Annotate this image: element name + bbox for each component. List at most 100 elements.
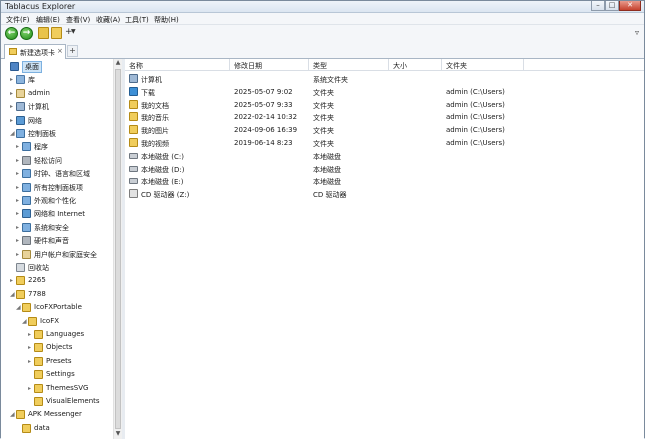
expand-toggle-icon[interactable]: ◢ <box>10 130 15 137</box>
expand-toggle-icon[interactable]: ▸ <box>16 197 19 204</box>
cp-icon <box>22 142 31 152</box>
expand-toggle-icon[interactable]: ▸ <box>28 358 31 365</box>
expand-toggle-icon[interactable]: ▸ <box>28 331 31 338</box>
file-type: 本地磁盘 <box>313 152 341 161</box>
maximize-button[interactable]: □ <box>605 1 619 11</box>
cp-icon <box>22 196 31 205</box>
column-type[interactable]: 类型 <box>313 61 327 71</box>
tree-item-label: 桌面 <box>22 61 42 73</box>
folder-icon <box>129 112 138 122</box>
menu-tools[interactable]: 工具(T) <box>125 15 149 25</box>
tree-scrollbar[interactable]: ▲ ▼ <box>113 59 122 439</box>
expand-toggle-icon[interactable]: ▸ <box>16 170 19 177</box>
column-divider[interactable] <box>388 59 389 71</box>
forward-arrow-icon[interactable]: → <box>20 27 33 40</box>
expand-toggle-icon[interactable]: ▸ <box>10 117 13 124</box>
column-divider[interactable] <box>229 59 230 71</box>
column-folder[interactable]: 文件夹 <box>446 61 467 71</box>
expand-toggle-icon[interactable]: ▸ <box>10 277 13 284</box>
expand-toggle-icon[interactable]: ▸ <box>28 344 31 351</box>
expand-toggle-icon[interactable]: ◢ <box>22 318 27 325</box>
drive-icon <box>129 178 138 185</box>
file-folder: admin (C:\Users) <box>446 139 505 147</box>
file-type: 本地磁盘 <box>313 178 341 187</box>
tree-item-label: Languages <box>46 330 85 338</box>
folder-icon[interactable] <box>51 27 62 39</box>
column-modified[interactable]: 修改日期 <box>234 61 262 71</box>
file-type: CD 驱动器 <box>313 191 347 200</box>
lib-icon <box>16 75 25 85</box>
expand-toggle-icon[interactable]: ▸ <box>16 237 19 244</box>
tree-item-label: 网络和 Internet <box>34 210 86 219</box>
expand-toggle-icon[interactable]: ◢ <box>16 304 21 311</box>
tab-new[interactable]: 新建选项卡 × <box>4 44 66 59</box>
menu-view[interactable]: 查看(V) <box>66 15 90 25</box>
minimize-button[interactable]: – <box>591 1 605 11</box>
list-row[interactable]: 我的文档 2025-05-07 9:33 文件夹 admin (C:\Users) <box>125 99 644 111</box>
pc-icon <box>129 74 138 83</box>
column-name[interactable]: 名称 <box>129 61 143 71</box>
expand-toggle-icon[interactable]: ▸ <box>10 90 13 97</box>
tree-item-label: 2265 <box>28 276 46 285</box>
tab-bar: 新建选项卡 × + <box>1 42 644 59</box>
column-divider[interactable] <box>441 59 442 71</box>
tab-close-icon[interactable]: × <box>57 47 63 55</box>
expand-toggle-icon[interactable]: ▸ <box>16 157 19 164</box>
column-size[interactable]: 大小 <box>393 61 407 71</box>
scroll-up-icon[interactable]: ▲ <box>114 59 122 67</box>
expand-toggle-icon[interactable]: ▸ <box>16 224 19 231</box>
tree-item-label: Objects <box>46 343 73 352</box>
list-row[interactable]: 我的视频 2019-06-14 8:23 文件夹 admin (C:\Users) <box>125 137 644 149</box>
tree-item-label: 控制面板 <box>28 130 56 138</box>
net-icon <box>16 115 25 125</box>
drive-icon <box>129 165 138 172</box>
column-divider[interactable] <box>523 59 524 71</box>
filter-icon[interactable]: ▿ <box>635 28 642 37</box>
list-row[interactable]: 计算机 系统文件夹 <box>125 73 644 85</box>
list-row[interactable]: CD 驱动器 (Z:) CD 驱动器 <box>125 188 644 200</box>
address-bar[interactable] <box>79 28 629 39</box>
expand-toggle-icon[interactable]: ▸ <box>28 385 31 392</box>
close-button[interactable]: ✕ <box>619 1 641 11</box>
scroll-down-icon[interactable]: ▼ <box>114 430 122 438</box>
file-modified: 2022-02-14 10:32 <box>234 113 298 122</box>
tab-label: 新建选项卡 <box>20 49 55 57</box>
file-modified: 2019-06-14 8:23 <box>234 139 293 147</box>
tree-item-label: 所有控制面板项 <box>34 183 83 192</box>
folder-icon <box>34 383 43 393</box>
expand-toggle-icon[interactable]: ◢ <box>10 291 15 298</box>
back-arrow-icon[interactable]: ← <box>5 27 18 40</box>
list-row[interactable]: 本地磁盘 (E:) 本地磁盘 <box>125 175 644 187</box>
net-icon <box>22 209 31 219</box>
expand-toggle-icon[interactable]: ◢ <box>10 411 15 418</box>
chevron-down-icon[interactable]: ▼ <box>71 28 76 35</box>
menu-edit[interactable]: 编辑(E) <box>36 15 60 25</box>
list-row[interactable]: 我的图片 2024-09-06 16:39 文件夹 admin (C:\Users) <box>125 124 644 136</box>
list-row[interactable]: 本地磁盘 (D:) 本地磁盘 <box>125 163 644 175</box>
list-row[interactable]: 我的音乐 2022-02-14 10:32 文件夹 admin (C:\Users) <box>125 111 644 123</box>
expand-toggle-icon[interactable]: ▸ <box>10 76 13 83</box>
up-folder-icon[interactable] <box>38 27 49 39</box>
user-icon <box>22 249 31 259</box>
expand-toggle-icon[interactable]: ▸ <box>16 251 19 258</box>
scroll-thumb[interactable] <box>115 69 121 429</box>
expand-toggle-icon[interactable]: ▸ <box>10 103 13 110</box>
desktop-icon <box>10 62 19 71</box>
folder-icon <box>34 343 43 353</box>
menu-help[interactable]: 帮助(H) <box>154 15 179 25</box>
tree-item-label: 系统和安全 <box>34 223 69 232</box>
tree-item-label: 程序 <box>34 143 48 152</box>
folder-icon <box>129 138 138 147</box>
expand-toggle-icon[interactable]: ▸ <box>16 143 19 150</box>
expand-toggle-icon[interactable]: ▸ <box>16 184 19 191</box>
expand-toggle-icon[interactable]: ▸ <box>16 210 19 217</box>
file-type: 文件夹 <box>313 127 334 136</box>
column-divider[interactable] <box>308 59 309 71</box>
file-name: 本地磁盘 (C:) <box>141 152 184 161</box>
add-tab-button[interactable]: + <box>67 45 78 57</box>
menu-favorites[interactable]: 收藏(A) <box>96 15 120 25</box>
list-row[interactable]: 本地磁盘 (C:) 本地磁盘 <box>125 150 644 162</box>
tree-item-label: APK Messenger <box>28 410 82 419</box>
menu-file[interactable]: 文件(F) <box>6 15 30 25</box>
list-row[interactable]: 下载 2025-05-07 9:02 文件夹 admin (C:\Users) <box>125 86 644 98</box>
